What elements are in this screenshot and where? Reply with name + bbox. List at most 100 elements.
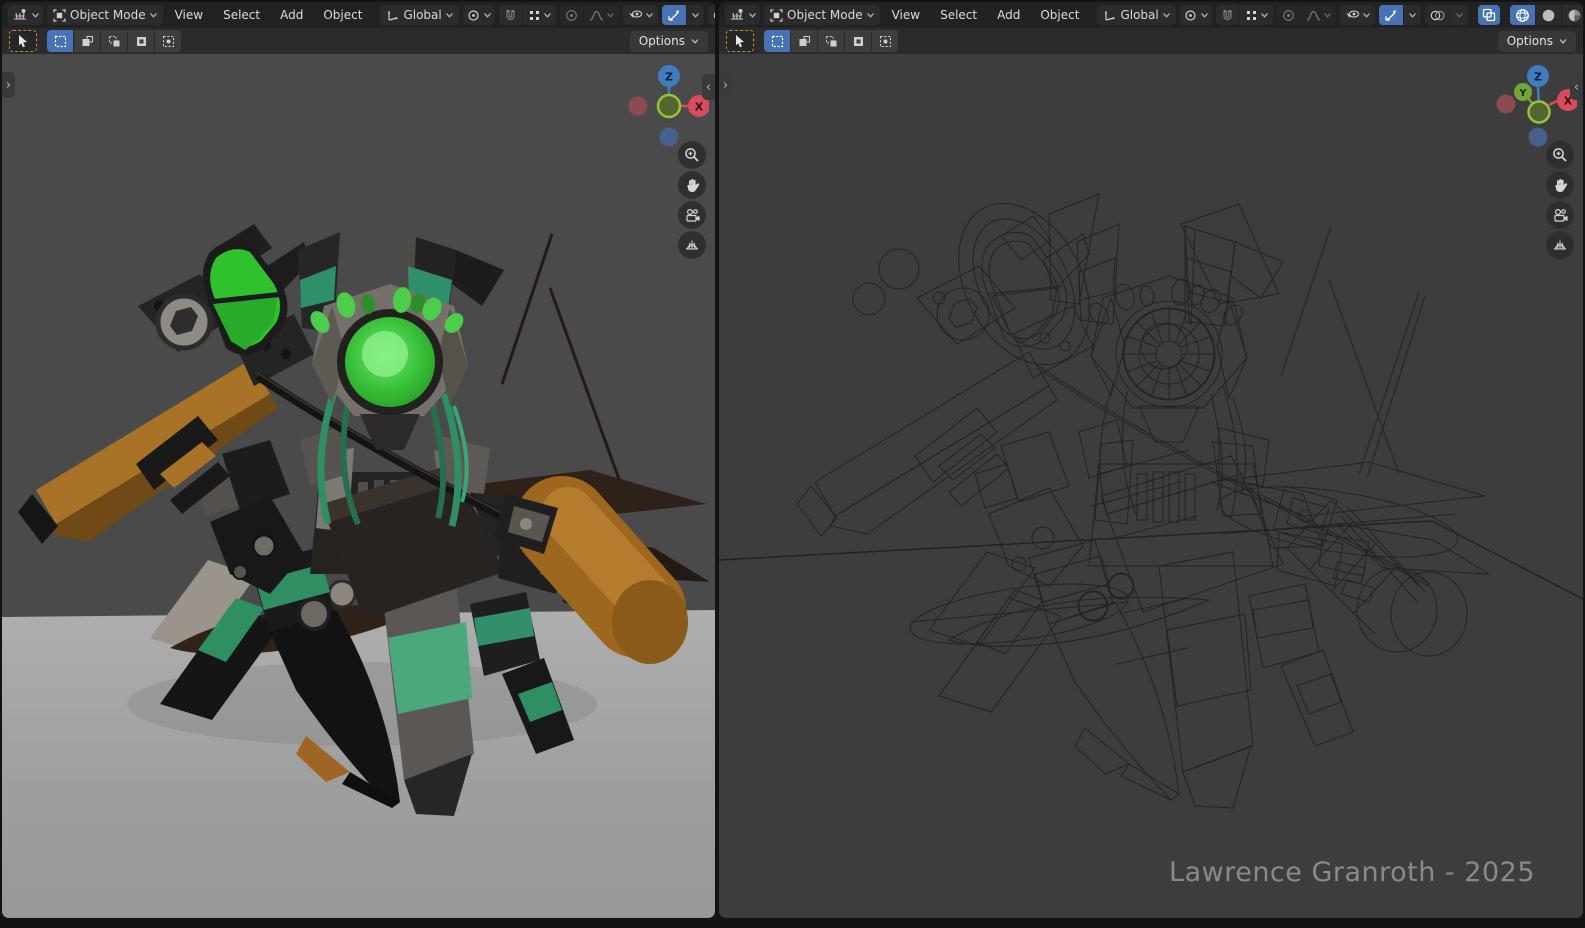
chevron-down-icon bbox=[484, 13, 491, 18]
menu-add[interactable]: Add bbox=[989, 8, 1028, 22]
snap-settings-dropdown[interactable] bbox=[522, 5, 556, 25]
mode-dropdown[interactable]: Object Mode bbox=[764, 5, 880, 25]
pivot-point-icon bbox=[1184, 9, 1197, 22]
gizmo-settings-dropdown[interactable] bbox=[686, 5, 704, 25]
orientation-axes-icon bbox=[386, 9, 399, 22]
snap-group bbox=[1216, 5, 1273, 25]
sidebar-expand-tab[interactable]: ‹ bbox=[702, 74, 715, 100]
snap-settings-dropdown[interactable] bbox=[1239, 5, 1273, 25]
falloff-curve-icon bbox=[1306, 9, 1321, 22]
perspective-ortho-button[interactable] bbox=[1546, 231, 1574, 259]
gizmo-arrows-icon bbox=[667, 9, 681, 22]
show-gizmo-toggle[interactable] bbox=[662, 5, 686, 25]
pivot-point-icon bbox=[467, 9, 480, 22]
select-box-icon bbox=[54, 35, 67, 48]
select-intersect-button[interactable] bbox=[155, 30, 181, 52]
camera-view-button[interactable] bbox=[678, 201, 706, 229]
select-intersect-button[interactable] bbox=[872, 30, 898, 52]
chevron-down-icon bbox=[1324, 13, 1331, 18]
sidebar-expand-tab[interactable]: ‹ bbox=[1570, 74, 1583, 100]
options-dropdown[interactable]: Options bbox=[1498, 31, 1576, 52]
axis-minus-x-ball[interactable] bbox=[629, 97, 648, 116]
select-subtract-icon bbox=[825, 35, 838, 48]
object-mode-icon bbox=[53, 9, 66, 22]
object-visibility-dropdown[interactable] bbox=[623, 5, 658, 25]
axis-y-front-ball[interactable] bbox=[658, 95, 680, 117]
gizmo-settings-dropdown[interactable] bbox=[1403, 5, 1421, 25]
axis-minus-x-ball[interactable] bbox=[1497, 95, 1516, 114]
active-tool-tweak-button[interactable] bbox=[726, 30, 754, 52]
snap-toggle-button[interactable] bbox=[499, 5, 522, 25]
select-extend-button[interactable] bbox=[74, 30, 101, 52]
proportional-edit-group bbox=[1277, 5, 1336, 25]
select-invert-button[interactable] bbox=[845, 30, 872, 52]
shading-solid-button[interactable] bbox=[1535, 5, 1561, 25]
gizmo-arrows-icon bbox=[1384, 9, 1398, 22]
editor-type-button[interactable] bbox=[8, 5, 43, 25]
shading-wireframe-button[interactable] bbox=[1510, 5, 1535, 25]
perspective-ortho-button[interactable] bbox=[678, 231, 706, 259]
shading-mode-group bbox=[1510, 5, 1583, 25]
select-subtract-button[interactable] bbox=[818, 30, 845, 52]
chevron-down-icon bbox=[1363, 13, 1370, 18]
show-overlays-toggle[interactable] bbox=[708, 5, 715, 25]
menu-select[interactable]: Select bbox=[215, 8, 268, 22]
transform-orientation-dropdown[interactable]: Global bbox=[1097, 5, 1175, 25]
overlays-dropdown[interactable] bbox=[1450, 5, 1468, 25]
xray-icon bbox=[1482, 8, 1496, 22]
viewport-left-canvas[interactable] bbox=[2, 54, 715, 918]
viewport-right-canvas[interactable]: Lawrence Granroth - 2025 bbox=[719, 54, 1583, 918]
pivot-point-dropdown[interactable] bbox=[463, 5, 495, 25]
menu-view[interactable]: View bbox=[884, 8, 928, 22]
select-subtract-button[interactable] bbox=[101, 30, 128, 52]
viewport-nav-buttons bbox=[678, 141, 706, 259]
mode-label: Object Mode bbox=[787, 8, 863, 22]
select-invert-icon bbox=[852, 35, 865, 48]
editor-type-button[interactable] bbox=[725, 5, 760, 25]
proportional-edit-group bbox=[560, 5, 619, 25]
menu-select[interactable]: Select bbox=[932, 8, 985, 22]
proportional-edit-toggle[interactable] bbox=[560, 5, 583, 25]
axis-minus-z-ball[interactable] bbox=[660, 128, 679, 147]
pivot-point-dropdown[interactable] bbox=[1180, 5, 1212, 25]
snap-toggle-button[interactable] bbox=[1216, 5, 1239, 25]
pan-button[interactable] bbox=[1546, 171, 1574, 199]
xray-toggle[interactable] bbox=[1478, 5, 1500, 25]
navigation-axis-gizmo[interactable]: Z X bbox=[625, 60, 709, 152]
proportional-circle-icon bbox=[1282, 9, 1295, 22]
proportional-falloff-dropdown[interactable] bbox=[583, 5, 619, 25]
toolbar-expand-tab[interactable]: › bbox=[2, 72, 15, 98]
select-extend-button[interactable] bbox=[791, 30, 818, 52]
options-dropdown[interactable]: Options bbox=[630, 31, 708, 52]
mode-dropdown[interactable]: Object Mode bbox=[47, 5, 163, 25]
wireframe-scene bbox=[719, 54, 1583, 918]
menu-object[interactable]: Object bbox=[1032, 8, 1087, 22]
show-overlays-toggle[interactable] bbox=[1425, 5, 1450, 25]
show-gizmo-toggle[interactable] bbox=[1379, 5, 1403, 25]
zoom-button[interactable] bbox=[1546, 141, 1574, 169]
axis-minus-y-front-ball[interactable] bbox=[1529, 102, 1550, 123]
menu-view[interactable]: View bbox=[167, 8, 211, 22]
select-mode-group bbox=[47, 30, 181, 52]
active-tool-tweak-button[interactable] bbox=[9, 30, 37, 52]
toolbar-expand-tab[interactable]: › bbox=[719, 72, 732, 98]
select-set-button[interactable] bbox=[764, 30, 791, 52]
proportional-edit-toggle[interactable] bbox=[1277, 5, 1300, 25]
zoom-button[interactable] bbox=[678, 141, 706, 169]
object-visibility-dropdown[interactable] bbox=[1340, 5, 1375, 25]
navigation-axis-gizmo[interactable]: Z Y X bbox=[1493, 60, 1577, 152]
shading-material-button[interactable] bbox=[1561, 5, 1583, 25]
tool-settings-right: Options bbox=[719, 28, 1583, 54]
pan-button[interactable] bbox=[678, 171, 706, 199]
proportional-falloff-dropdown[interactable] bbox=[1300, 5, 1336, 25]
transform-orientation-dropdown[interactable]: Global bbox=[380, 5, 458, 25]
chevron-down-icon bbox=[1163, 13, 1170, 18]
axis-minus-z-ball[interactable] bbox=[1529, 128, 1548, 147]
chevron-down-icon bbox=[32, 13, 39, 18]
menu-add[interactable]: Add bbox=[272, 8, 311, 22]
select-invert-button[interactable] bbox=[128, 30, 155, 52]
select-invert-icon bbox=[135, 35, 148, 48]
select-set-button[interactable] bbox=[47, 30, 74, 52]
camera-view-button[interactable] bbox=[1546, 201, 1574, 229]
menu-object[interactable]: Object bbox=[315, 8, 370, 22]
